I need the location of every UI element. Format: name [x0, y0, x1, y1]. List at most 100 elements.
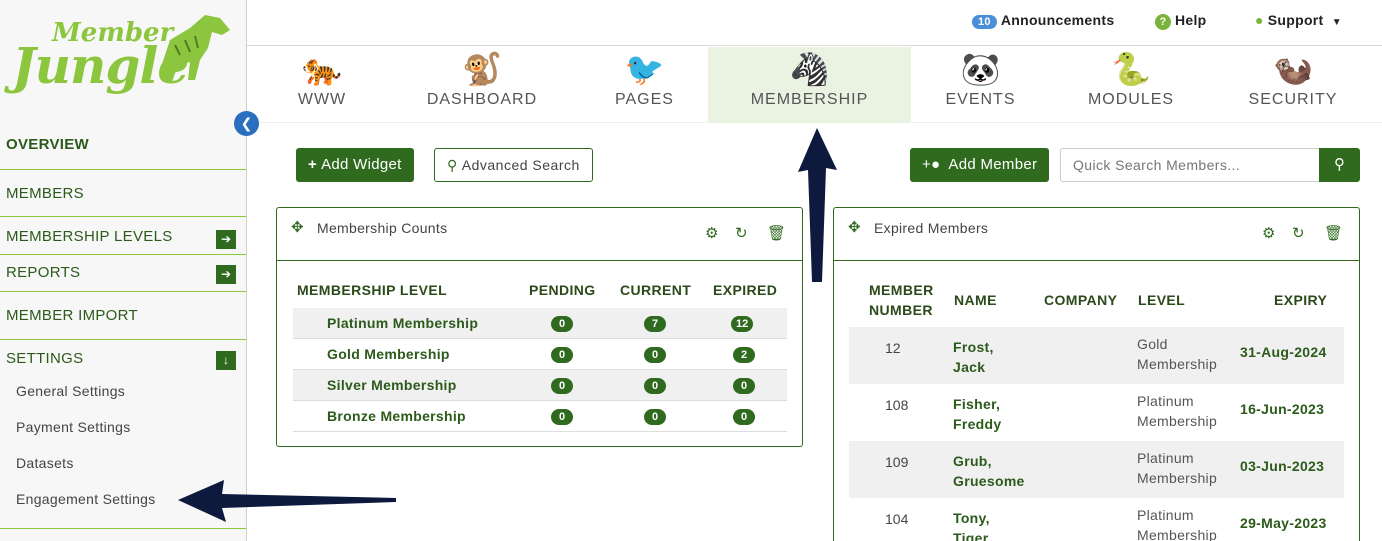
quick-search-button[interactable]: ⚲ — [1319, 148, 1360, 182]
announcements-link[interactable]: 10 Announcements — [972, 12, 1114, 29]
member-last-name: Frost, — [953, 339, 994, 355]
tab-label: DASHBOARD — [426, 91, 538, 108]
add-member-button[interactable]: +● Add Member — [910, 148, 1050, 182]
member-name-link[interactable]: Grub, Gruesome — [953, 451, 1025, 491]
advanced-search-button[interactable]: ⚲ Advanced Search — [434, 148, 593, 182]
pending-count-badge[interactable]: 0 — [551, 347, 573, 363]
sidebar-item-overview[interactable]: OVERVIEW — [0, 136, 246, 153]
sidebar: Member Jungle ❮ OVERVIEW MEMBERS MEMBERS… — [0, 0, 259, 541]
table-row[interactable]: 104 Tony, Tiger Platinum Membership 29-May… — [849, 498, 1344, 541]
level-name: Platinum — [1137, 507, 1194, 523]
member-jungle-logo[interactable]: Member Jungle — [10, 10, 235, 100]
expiry-date: 03-Jun-2023 — [1240, 458, 1325, 474]
gear-icon[interactable]: ⚙ — [1262, 224, 1275, 242]
tab-dashboard[interactable]: 🐒 DASHBOARD — [407, 47, 557, 123]
refresh-icon[interactable]: ↻ — [735, 224, 748, 242]
level-suffix: Membership — [1137, 413, 1218, 429]
expand-arrow-icon[interactable]: ➔ — [216, 265, 236, 284]
add-widget-button[interactable]: + Add Widget — [296, 148, 414, 182]
level-link[interactable]: Gold Membership — [327, 346, 450, 362]
tab-modules[interactable]: 🐍 MODULES — [1067, 47, 1195, 123]
current-count-badge[interactable]: 7 — [644, 316, 666, 332]
table-row: Platinum Membership 0 7 12 — [293, 308, 787, 339]
current-count-badge[interactable]: 0 — [644, 347, 666, 363]
sidebar-divider — [0, 216, 246, 217]
table-row: Silver Membership 0 0 0 — [293, 370, 787, 401]
expired-members-widget: ✥ Expired Members ⚙ ↻ 🗑 MEMBER NUMBER NA… — [833, 207, 1360, 541]
trash-icon[interactable]: 🗑 — [1324, 224, 1343, 242]
column-header: MEMBERSHIP LEVEL — [297, 282, 448, 298]
sidebar-subitem-datasets[interactable]: Datasets — [16, 455, 74, 471]
current-count-badge[interactable]: 0 — [644, 378, 666, 394]
tab-label: EVENTS — [945, 91, 1016, 108]
sidebar-item-settings[interactable]: SETTINGS — [0, 350, 246, 367]
gear-icon[interactable]: ⚙ — [705, 224, 718, 242]
expired-count-badge[interactable]: 2 — [733, 347, 755, 363]
sidebar-item-reports[interactable]: REPORTS — [0, 264, 246, 281]
help-link[interactable]: ? Help — [1155, 12, 1207, 30]
level-link[interactable]: Bronze Membership — [327, 408, 466, 424]
tab-membership[interactable]: 🦓 MEMBERSHIP — [708, 47, 911, 123]
help-label: Help — [1175, 12, 1207, 28]
collapse-sidebar-button[interactable]: ❮ — [234, 111, 259, 136]
sidebar-subitem-general-settings[interactable]: General Settings — [16, 383, 125, 399]
column-header-number: NUMBER — [869, 302, 933, 318]
support-menu[interactable]: ● Support ▼ — [1255, 12, 1342, 28]
pending-count-badge[interactable]: 0 — [551, 378, 573, 394]
sidebar-divider — [0, 528, 246, 529]
sidebar-subitem-engagement-settings[interactable]: Engagement Settings — [16, 491, 156, 507]
member-name-link[interactable]: Frost, Jack — [953, 337, 994, 377]
collapse-arrow-down-icon[interactable]: ↓ — [216, 351, 236, 370]
expand-arrow-icon[interactable]: ➔ — [216, 230, 236, 249]
tab-label: SECURITY — [1248, 91, 1338, 108]
tab-pages[interactable]: 🐦 PAGES — [587, 47, 702, 123]
table-row: Bronze Membership 0 0 0 — [293, 401, 787, 432]
sidebar-subitem-payment-settings[interactable]: Payment Settings — [16, 419, 131, 435]
sidebar-item-member-import[interactable]: MEMBER IMPORT — [0, 307, 246, 324]
expired-count-badge[interactable]: 12 — [731, 316, 754, 332]
member-name-link[interactable]: Fisher, Freddy — [953, 394, 1001, 434]
pending-count-badge[interactable]: 0 — [551, 409, 573, 425]
level-link[interactable]: Platinum Membership — [327, 315, 478, 331]
member-last-name: Tony, — [953, 510, 990, 526]
member-first-name: Freddy — [953, 416, 1002, 432]
support-label: Support — [1267, 12, 1324, 28]
expired-count-badge[interactable]: 0 — [733, 378, 755, 394]
level-name: Platinum — [1137, 450, 1194, 466]
meerkat-icon: 🦦 — [1273, 51, 1313, 87]
search-icon: ⚲ — [447, 157, 458, 173]
monkey-icon: 🐒 — [462, 51, 502, 87]
column-header-company: COMPANY — [1044, 292, 1118, 308]
member-number: 109 — [885, 454, 909, 470]
sidebar-item-members[interactable]: MEMBERS — [0, 185, 246, 202]
level-suffix: Membership — [1137, 470, 1218, 486]
help-icon: ? — [1155, 14, 1171, 30]
member-name-link[interactable]: Tony, Tiger — [953, 508, 990, 541]
tab-events[interactable]: 🐼 EVENTS — [927, 47, 1034, 123]
tab-www[interactable]: 🐅 WWW — [267, 47, 377, 123]
expired-count-badge[interactable]: 0 — [733, 409, 755, 425]
widget-header: ✥ Membership Counts ⚙ ↻ 🗑 — [277, 208, 802, 261]
sidebar-divider — [0, 291, 246, 292]
top-bar: 10 Announcements ? Help ● Support ▼ — [247, 0, 1382, 46]
refresh-icon[interactable]: ↻ — [1292, 224, 1305, 242]
level-link[interactable]: Silver Membership — [327, 377, 457, 393]
expiry-date: 29-May-2023 — [1240, 515, 1327, 531]
announcements-count-badge: 10 — [972, 15, 997, 29]
move-icon[interactable]: ✥ — [291, 218, 304, 236]
trash-icon[interactable]: 🗑 — [767, 224, 786, 242]
table-row[interactable]: 109 Grub, Gruesome Platinum Membership 03-… — [849, 441, 1344, 498]
quick-search-input[interactable] — [1060, 148, 1320, 182]
tab-label: PAGES — [615, 91, 674, 108]
current-count-badge[interactable]: 0 — [644, 409, 666, 425]
table-row[interactable]: 108 Fisher, Freddy Platinum Membership 16-… — [849, 384, 1344, 441]
column-header-expiry: EXPIRY — [1274, 292, 1328, 308]
table-row[interactable]: 12 Frost, Jack Gold Membership 31-Aug-2024 — [849, 327, 1344, 384]
sidebar-item-membership-levels[interactable]: MEMBERSHIP LEVELS — [0, 228, 246, 245]
level-suffix: Membership — [1137, 527, 1218, 541]
tab-security[interactable]: 🦦 SECURITY — [1227, 47, 1359, 123]
pending-count-badge[interactable]: 0 — [551, 316, 573, 332]
column-header: CURRENT — [620, 282, 692, 298]
member-level: Platinum Membership — [1137, 391, 1217, 431]
move-icon[interactable]: ✥ — [848, 218, 861, 236]
